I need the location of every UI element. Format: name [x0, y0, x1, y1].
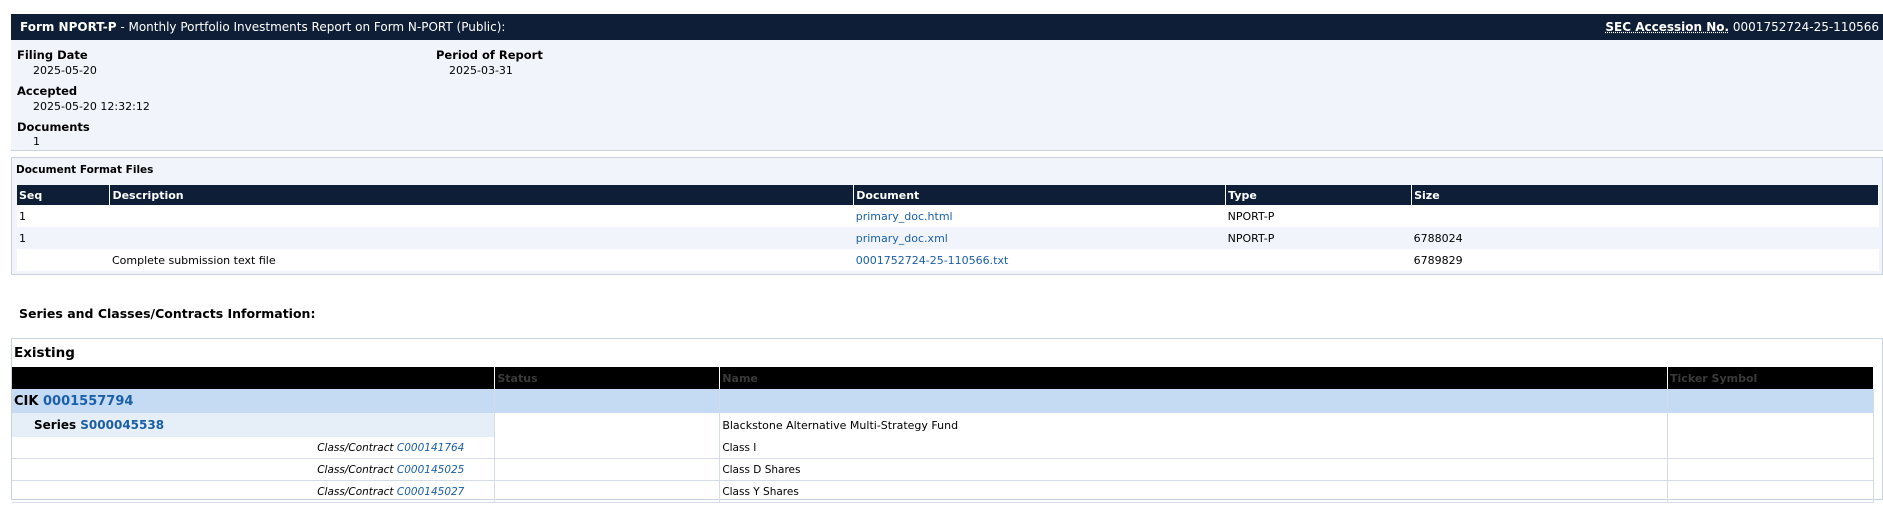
series-link[interactable]: S000045538: [80, 418, 164, 432]
class-name-cell: Class Y Shares: [719, 480, 1669, 503]
series-header-row: Status Name Ticker Symbol: [12, 367, 1874, 389]
column-header: [12, 367, 496, 389]
status-cell: [494, 437, 721, 459]
class-link[interactable]: C000145025: [397, 464, 464, 476]
cik-row: CIK 0001557794: [12, 389, 1874, 413]
description-cell: [109, 227, 854, 249]
series-heading: Series and Classes/Contracts Information…: [19, 306, 316, 321]
class-row: Class/Contract C000145027 Class Y Shares: [12, 480, 1874, 503]
class-label: Class/Contract: [317, 463, 394, 476]
series-label: Series: [34, 418, 77, 432]
status-cell: [494, 413, 721, 437]
class-label: Class/Contract: [317, 485, 394, 498]
ticker-cell: [1667, 413, 1874, 437]
accepted-label: Accepted: [17, 84, 78, 98]
existing-title: Existing: [14, 345, 75, 361]
period-value: 2025-03-31: [449, 64, 513, 77]
class-cell: Class/Contract C000145025: [12, 458, 496, 481]
seq-cell: [17, 249, 110, 271]
series-cell: Series S000045538: [12, 413, 496, 437]
seq-cell: 1: [17, 227, 110, 249]
column-header: Description: [109, 185, 855, 205]
class-row: Class/Contract C000145025 Class D Shares: [12, 458, 1874, 481]
documents-value: 1: [33, 135, 40, 148]
size-cell: [1411, 205, 1879, 227]
document-format-files: Document Format Files Seq Description Do…: [11, 157, 1883, 275]
size-cell: 6789829: [1411, 249, 1879, 271]
seq-cell: 1: [17, 205, 110, 227]
size-cell: 6788024: [1411, 227, 1879, 249]
table-row: 1 primary_doc.html NPORT-P: [17, 205, 1879, 227]
ticker-cell: [1667, 480, 1874, 503]
documents-label: Documents: [17, 120, 90, 134]
cik-link[interactable]: 0001557794: [43, 394, 133, 409]
column-header: Ticker Symbol: [1667, 367, 1874, 389]
filing-info: Filing Date 2025-05-20 Accepted 2025-05-…: [11, 40, 1883, 151]
document-link[interactable]: primary_doc.xml: [856, 232, 948, 245]
class-link[interactable]: C000141764: [397, 442, 464, 454]
description-cell: Complete submission text file: [109, 249, 854, 271]
type-cell: NPORT-P: [1225, 227, 1412, 249]
class-cell: Class/Contract C000141764: [12, 437, 496, 459]
table-row: 1 primary_doc.xml NPORT-P 6788024: [17, 227, 1879, 249]
class-name-cell: Class I: [719, 437, 1669, 459]
docs-header-row: Seq Description Document Type Size: [17, 185, 1879, 205]
filing-date-value: 2025-05-20: [33, 64, 97, 77]
document-link[interactable]: primary_doc.html: [856, 210, 953, 223]
cik-label: CIK: [14, 393, 39, 409]
accession: SEC Accession No. 0001752724-25-110566: [1605, 14, 1879, 40]
ticker-cell: [1667, 458, 1874, 481]
form-name: Form NPORT-P: [20, 20, 117, 34]
form-description: - Monthly Portfolio Investments Report o…: [116, 20, 506, 34]
class-cell: Class/Contract C000145027: [12, 480, 496, 503]
docs-table: Seq Description Document Type Size 1 pri…: [17, 185, 1879, 271]
filing-date-label: Filing Date: [17, 48, 88, 62]
status-cell: [494, 480, 721, 503]
document-cell: 0001752724-25-110566.txt: [853, 249, 1226, 271]
cik-cell: CIK 0001557794: [12, 389, 496, 413]
ticker-cell: [1667, 389, 1874, 413]
column-header: Document: [853, 185, 1227, 205]
type-cell: NPORT-P: [1225, 205, 1412, 227]
column-header: Type: [1225, 185, 1413, 205]
form-title: Form NPORT-P - Monthly Portfolio Investm…: [20, 14, 505, 40]
column-header: Seq: [17, 185, 111, 205]
document-cell: primary_doc.html: [853, 205, 1226, 227]
class-link[interactable]: C000145027: [397, 486, 464, 498]
accepted-value: 2025-05-20 12:32:12: [33, 100, 150, 113]
ticker-cell: [1667, 437, 1874, 459]
document-link[interactable]: 0001752724-25-110566.txt: [856, 254, 1009, 267]
series-name-cell: Blackstone Alternative Multi-Strategy Fu…: [719, 413, 1669, 437]
name-cell: [719, 389, 1669, 413]
series-table: Status Name Ticker Symbol CIK 0001557794…: [12, 367, 1874, 503]
status-cell: [494, 458, 721, 481]
accession-label: SEC Accession No.: [1605, 20, 1730, 34]
period-label: Period of Report: [436, 48, 543, 62]
description-cell: [109, 205, 854, 227]
status-cell: [494, 389, 721, 413]
type-cell: [1225, 249, 1412, 271]
class-row: Class/Contract C000141764 Class I: [12, 437, 1874, 459]
column-header: Size: [1411, 185, 1879, 205]
class-label: Class/Contract: [317, 441, 394, 454]
table-row: Complete submission text file 0001752724…: [17, 249, 1879, 271]
document-cell: primary_doc.xml: [853, 227, 1226, 249]
column-header: Name: [719, 367, 1669, 389]
series-row: Series S000045538 Blackstone Alternative…: [12, 413, 1874, 437]
column-header: Status: [494, 367, 721, 389]
form-title-bar: Form NPORT-P - Monthly Portfolio Investm…: [11, 14, 1883, 40]
class-name-cell: Class D Shares: [719, 458, 1669, 481]
existing-series: Existing Status Name Ticker Symbol CIK 0…: [11, 338, 1883, 503]
docs-title: Document Format Files: [16, 164, 154, 176]
accession-number: 0001752724-25-110566: [1732, 20, 1879, 34]
